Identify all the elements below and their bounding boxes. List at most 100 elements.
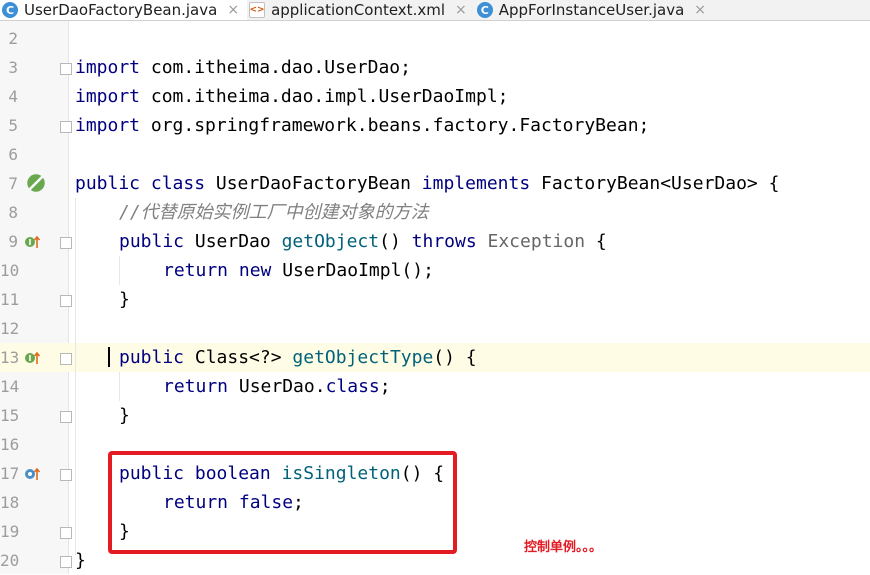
line-number: 15 [0, 406, 20, 425]
keyword: public [119, 347, 185, 368]
line-number: 9 [8, 232, 18, 251]
svg-text:I: I [29, 238, 32, 247]
editor-tab-bar: C UserDaoFactoryBean.java × <> applicati… [0, 0, 870, 21]
code-token: () { [433, 347, 477, 368]
type-name: Class<?> [184, 347, 293, 368]
text-caret [108, 347, 110, 367]
svg-text:I: I [29, 354, 32, 363]
line-number: 17 [0, 464, 20, 483]
line-number: 20 [0, 551, 20, 570]
code-line: 4 import com.itheima.dao.impl.UserDaoImp… [0, 82, 870, 111]
code-text[interactable]: } [119, 285, 130, 314]
fold-icon[interactable] [60, 63, 72, 75]
close-icon[interactable]: × [455, 2, 467, 18]
line-number: 19 [0, 522, 20, 541]
fold-icon[interactable] [60, 121, 72, 133]
fold-icon[interactable] [60, 295, 72, 307]
indent-guide [119, 372, 120, 401]
line-number: 5 [8, 116, 18, 135]
keyword: public [119, 231, 185, 252]
code-text[interactable]: return UserDao.class; [163, 372, 391, 401]
xml-file-icon: <> [249, 2, 266, 18]
type-name: Exception [476, 231, 586, 252]
tab-userdaofactorybean[interactable]: C UserDaoFactoryBean.java × [0, 0, 248, 20]
method-name: getObjectType [292, 347, 434, 368]
code-line: 7 public class UserDaoFactoryBean implem… [0, 169, 870, 198]
code-token: UserDaoImpl(); [271, 260, 434, 281]
line-number: 4 [8, 87, 18, 106]
code-token: { [585, 231, 607, 252]
line-number: 13 [0, 348, 20, 367]
code-line: 6 [0, 140, 870, 169]
code-text[interactable]: public class UserDaoFactoryBean implemen… [75, 169, 779, 198]
code-text[interactable]: //代替原始实例工厂中创建对象的方法 [119, 198, 429, 227]
code-line: 9 I public UserDao getObject() throws Ex… [0, 227, 870, 256]
class-name: UserDaoFactoryBean [205, 173, 422, 194]
code-text[interactable]: import org.springframework.beans.factory… [75, 111, 649, 140]
comment: //代替原始实例工厂中创建对象的方法 [119, 202, 429, 223]
keyword: import [75, 115, 141, 136]
keyword: import [75, 86, 141, 107]
keyword: class [325, 376, 380, 397]
highlight-box [108, 451, 457, 554]
line-number: 11 [0, 290, 20, 309]
keyword: public class [75, 173, 206, 194]
bean-icon[interactable] [26, 173, 46, 193]
code-token: ; [379, 376, 391, 397]
fold-icon[interactable] [60, 353, 72, 365]
code-text[interactable]: } [75, 546, 86, 575]
code-token: FactoryBean<UserDao> { [530, 173, 780, 194]
keyword: import [75, 57, 141, 78]
fold-icon[interactable] [60, 527, 72, 539]
implements-icon[interactable]: I [24, 234, 40, 250]
keyword: return [163, 376, 229, 397]
indent-guide [75, 198, 76, 555]
line-number: 8 [8, 203, 18, 222]
line-number: 6 [8, 145, 18, 164]
tab-label: AppForInstanceUser.java [498, 1, 685, 19]
code-line: 10 return new UserDaoImpl(); [0, 256, 870, 285]
fold-icon[interactable] [60, 469, 72, 481]
line-number: 14 [0, 377, 20, 396]
current-code-line: 13 I public Class<?> getObjectType() { [0, 343, 870, 372]
fold-icon[interactable] [60, 237, 72, 249]
tab-applicationcontext[interactable]: <> applicationContext.xml × [247, 0, 475, 20]
line-number: 7 [8, 174, 18, 193]
method-name: getObject [281, 231, 380, 252]
code-token: com.itheima.dao.impl.UserDaoImpl; [140, 86, 509, 107]
close-icon[interactable]: × [227, 2, 239, 18]
fold-icon[interactable] [60, 411, 72, 423]
code-text[interactable]: import com.itheima.dao.impl.UserDaoImpl; [75, 82, 509, 111]
line-number: 16 [0, 435, 20, 454]
line-number: 18 [0, 493, 20, 512]
code-token: UserDao. [228, 376, 326, 397]
code-token: () [379, 231, 412, 252]
tab-label: applicationContext.xml [271, 1, 445, 19]
code-line: 14 return UserDao.class; [0, 372, 870, 401]
code-text[interactable]: public Class<?> getObjectType() { [119, 343, 477, 372]
code-text[interactable]: public UserDao getObject() throws Except… [119, 227, 607, 256]
keyword: return new [163, 260, 272, 281]
line-number: 10 [0, 261, 20, 280]
close-icon[interactable]: × [694, 2, 706, 18]
code-text[interactable]: import com.itheima.dao.UserDao; [75, 53, 411, 82]
implements-icon[interactable]: I [24, 350, 40, 366]
line-number: 3 [8, 58, 18, 77]
keyword: implements [421, 173, 531, 194]
type-name: UserDao [184, 231, 282, 252]
java-class-icon: C [2, 2, 18, 18]
code-line: 12 [0, 314, 870, 343]
code-text[interactable]: return new UserDaoImpl(); [163, 256, 434, 285]
keyword: throws [411, 231, 477, 252]
code-line: 8 //代替原始实例工厂中创建对象的方法 [0, 198, 870, 227]
code-line: 5 import org.springframework.beans.facto… [0, 111, 870, 140]
code-line: 2 [0, 24, 870, 53]
code-line: 3 import com.itheima.dao.UserDao; [0, 53, 870, 82]
tab-appforinstanceuser[interactable]: C AppForInstanceUser.java × [475, 0, 714, 20]
annotation-text: 控制单例。。。 [524, 540, 603, 555]
code-line: 11 } [0, 285, 870, 314]
tab-label: UserDaoFactoryBean.java [24, 1, 218, 19]
overrides-icon[interactable] [24, 466, 40, 482]
fold-icon[interactable] [60, 556, 72, 568]
code-text[interactable]: } [119, 401, 130, 430]
